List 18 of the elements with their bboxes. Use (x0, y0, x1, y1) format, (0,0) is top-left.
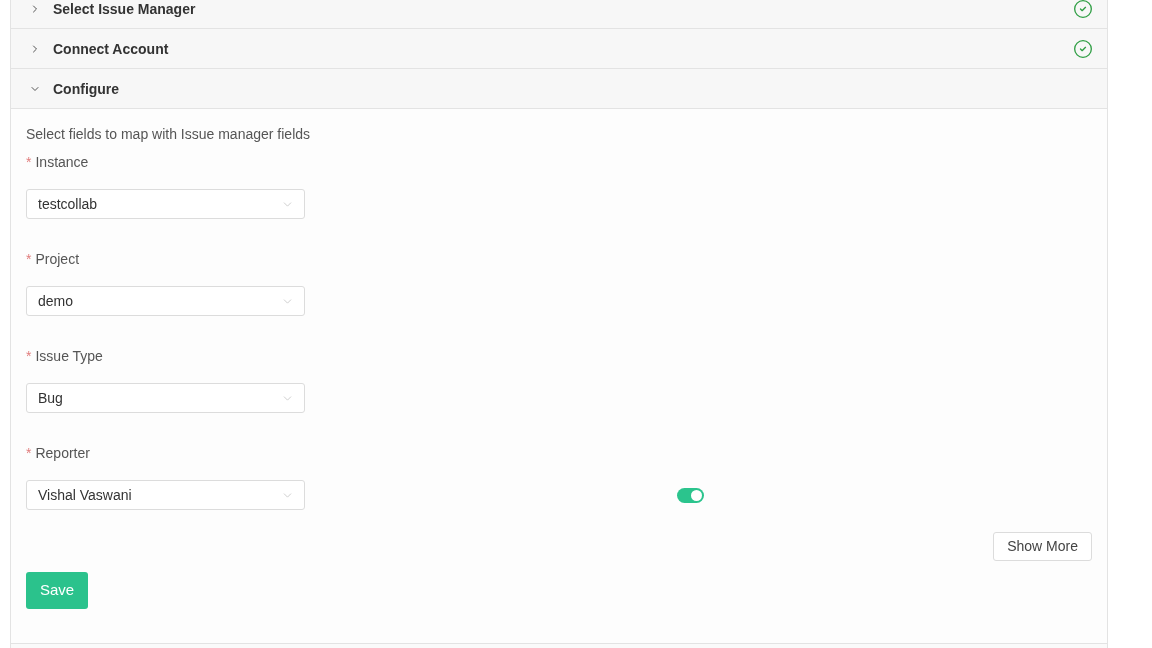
intro-text: Select fields to map with Issue manager fields (26, 125, 312, 144)
field-label: Issue Type (35, 346, 103, 366)
required-mark: * (26, 249, 32, 269)
select-field[interactable]: demo (26, 286, 305, 316)
required-mark: * (26, 152, 32, 172)
select-field[interactable]: Bug (26, 383, 305, 413)
required-mark: * (26, 443, 32, 463)
accordion-header[interactable]: Configure (11, 69, 1107, 109)
show-more-button[interactable]: Show More (993, 532, 1092, 561)
toggle-switch[interactable] (677, 487, 704, 503)
required-mark: * (26, 346, 32, 366)
select-field[interactable]: testcollab (26, 189, 305, 219)
field-label: Project (35, 249, 80, 269)
field-label: Reporter (35, 443, 90, 463)
accordion-header[interactable]: Select Issue Manager (11, 0, 1107, 29)
select-field[interactable]: Vishal Vaswani (26, 480, 305, 510)
accordion-header[interactable]: Connect Account (11, 29, 1107, 69)
field-label: Instance (35, 152, 89, 172)
